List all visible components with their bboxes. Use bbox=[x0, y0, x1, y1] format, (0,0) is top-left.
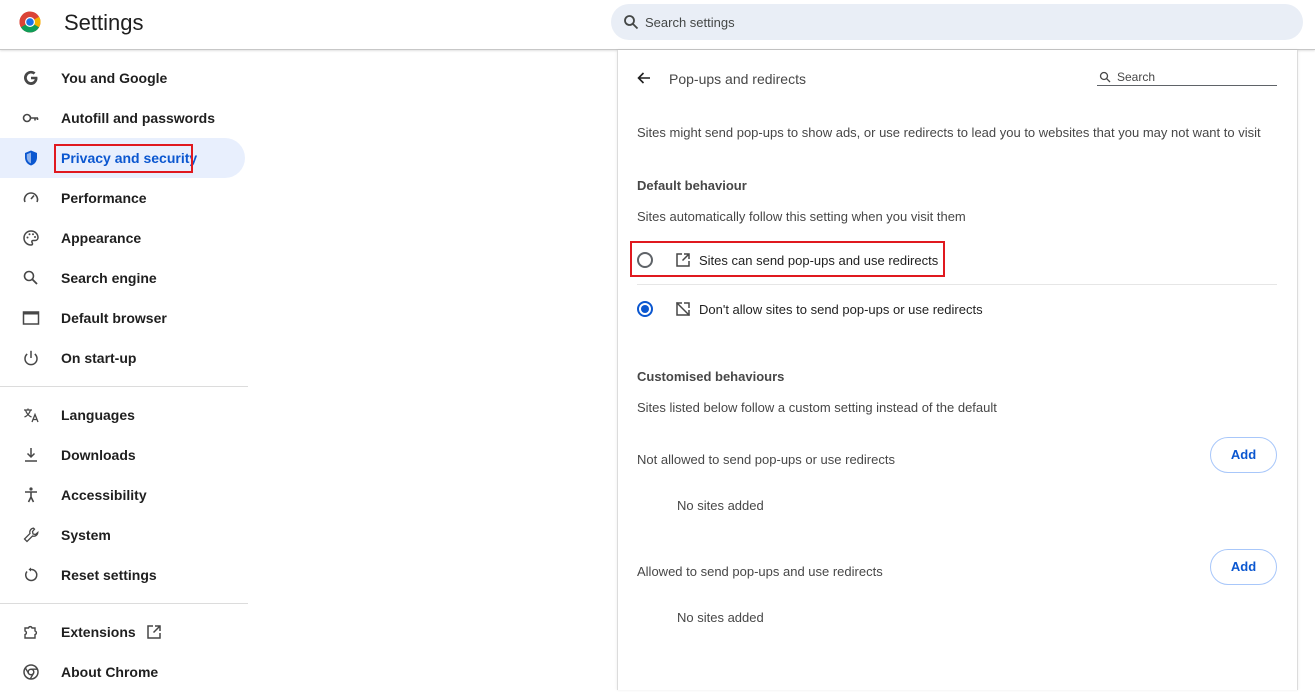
add-allowed-button[interactable]: Add bbox=[1210, 549, 1277, 585]
default-behaviour-subtext: Sites automatically follow this setting … bbox=[637, 209, 966, 224]
google-icon bbox=[24, 70, 38, 85]
download-icon bbox=[25, 448, 37, 462]
accessibility-icon bbox=[25, 487, 37, 503]
wrench-icon bbox=[23, 527, 39, 543]
allowed-empty: No sites added bbox=[677, 610, 764, 625]
open-in-new-icon[interactable] bbox=[146, 624, 162, 640]
option-label: Don't allow sites to send pop-ups or use… bbox=[699, 302, 983, 317]
sidebar-item-reset-settings[interactable]: Reset settings bbox=[0, 555, 245, 595]
sidebar-item-languages[interactable]: Languages bbox=[0, 395, 245, 435]
page-description: Sites might send pop-ups to show ads, or… bbox=[637, 125, 1261, 140]
sidebar-item-system[interactable]: System bbox=[0, 515, 245, 555]
top-bar: Settings Search settings bbox=[0, 0, 1315, 50]
customised-behaviours-heading: Customised behaviours bbox=[637, 369, 785, 384]
not-allowed-empty: No sites added bbox=[677, 498, 764, 513]
search-placeholder: Search settings bbox=[645, 15, 735, 30]
sidebar-item-label: Autofill and passwords bbox=[61, 110, 216, 126]
sidebar-item-autofill[interactable]: Autofill and passwords bbox=[0, 98, 245, 138]
back-arrow-icon[interactable] bbox=[636, 70, 652, 86]
browser-window-icon bbox=[22, 311, 40, 325]
sidebar-item-label: Languages bbox=[61, 407, 135, 423]
palette-icon bbox=[23, 230, 39, 246]
default-behaviour-heading: Default behaviour bbox=[637, 178, 747, 193]
sidebar-item-about-chrome[interactable]: About Chrome bbox=[0, 652, 245, 692]
sidebar-item-label: System bbox=[61, 527, 111, 543]
add-not-allowed-button[interactable]: Add bbox=[1210, 437, 1277, 473]
search-settings-input[interactable]: Search settings bbox=[611, 4, 1303, 40]
key-icon bbox=[22, 113, 39, 123]
sidebar-item-label: Extensions bbox=[61, 624, 136, 640]
page-title: Pop-ups and redirects bbox=[669, 71, 806, 87]
gauge-icon bbox=[23, 192, 39, 203]
page-search-input[interactable]: Search bbox=[1097, 68, 1277, 86]
sidebar-item-label: Accessibility bbox=[61, 487, 147, 503]
block-popup-icon bbox=[675, 301, 691, 317]
sidebar-item-label: On start-up bbox=[61, 350, 137, 366]
privacy-highlight-box bbox=[54, 144, 193, 173]
sidebar-item-extensions[interactable]: Extensions bbox=[0, 612, 245, 652]
translate-icon bbox=[24, 408, 39, 423]
not-allowed-label: Not allowed to send pop-ups or use redir… bbox=[637, 452, 895, 467]
sidebar-item-default-browser[interactable]: Default browser bbox=[0, 298, 245, 338]
customised-behaviours-subtext: Sites listed below follow a custom setti… bbox=[637, 400, 997, 415]
puzzle-icon bbox=[24, 625, 38, 639]
page-search-placeholder: Search bbox=[1117, 70, 1156, 84]
option-divider bbox=[637, 284, 1277, 285]
sidebar-item-label: Search engine bbox=[61, 270, 157, 286]
search-icon bbox=[1099, 71, 1111, 83]
allowed-label: Allowed to send pop-ups and use redirect… bbox=[637, 564, 883, 579]
radio-block-popups[interactable] bbox=[637, 301, 653, 317]
sidebar-item-label: Downloads bbox=[61, 447, 136, 463]
sidebar-item-you-and-google[interactable]: You and Google bbox=[0, 58, 245, 98]
power-icon bbox=[24, 350, 38, 366]
sidebar-item-label: You and Google bbox=[61, 70, 168, 86]
chrome-logo-icon bbox=[19, 11, 41, 33]
search-icon bbox=[23, 270, 38, 285]
sidebar-item-downloads[interactable]: Downloads bbox=[0, 435, 245, 475]
search-icon bbox=[624, 15, 639, 30]
sidebar-item-label: Reset settings bbox=[61, 567, 157, 583]
sidebar-item-appearance[interactable]: Appearance bbox=[0, 218, 245, 258]
reset-icon bbox=[25, 567, 38, 582]
sidebar-item-performance[interactable]: Performance bbox=[0, 178, 245, 218]
app-title: Settings bbox=[64, 10, 144, 35]
sidebar-item-accessibility[interactable]: Accessibility bbox=[0, 475, 245, 515]
sidebar-item-on-startup[interactable]: On start-up bbox=[0, 338, 245, 378]
sidebar-divider bbox=[0, 386, 248, 387]
option-highlight-box bbox=[630, 241, 945, 277]
sidebar-divider bbox=[0, 603, 248, 604]
sidebar-item-search-engine[interactable]: Search engine bbox=[0, 258, 245, 298]
sidebar-item-label: Appearance bbox=[61, 230, 142, 246]
sidebar-item-label: Default browser bbox=[61, 310, 167, 326]
sidebar-item-label: Performance bbox=[61, 190, 147, 206]
sidebar-item-label: About Chrome bbox=[61, 664, 159, 680]
chrome-icon bbox=[23, 664, 39, 680]
shield-icon bbox=[25, 150, 37, 166]
